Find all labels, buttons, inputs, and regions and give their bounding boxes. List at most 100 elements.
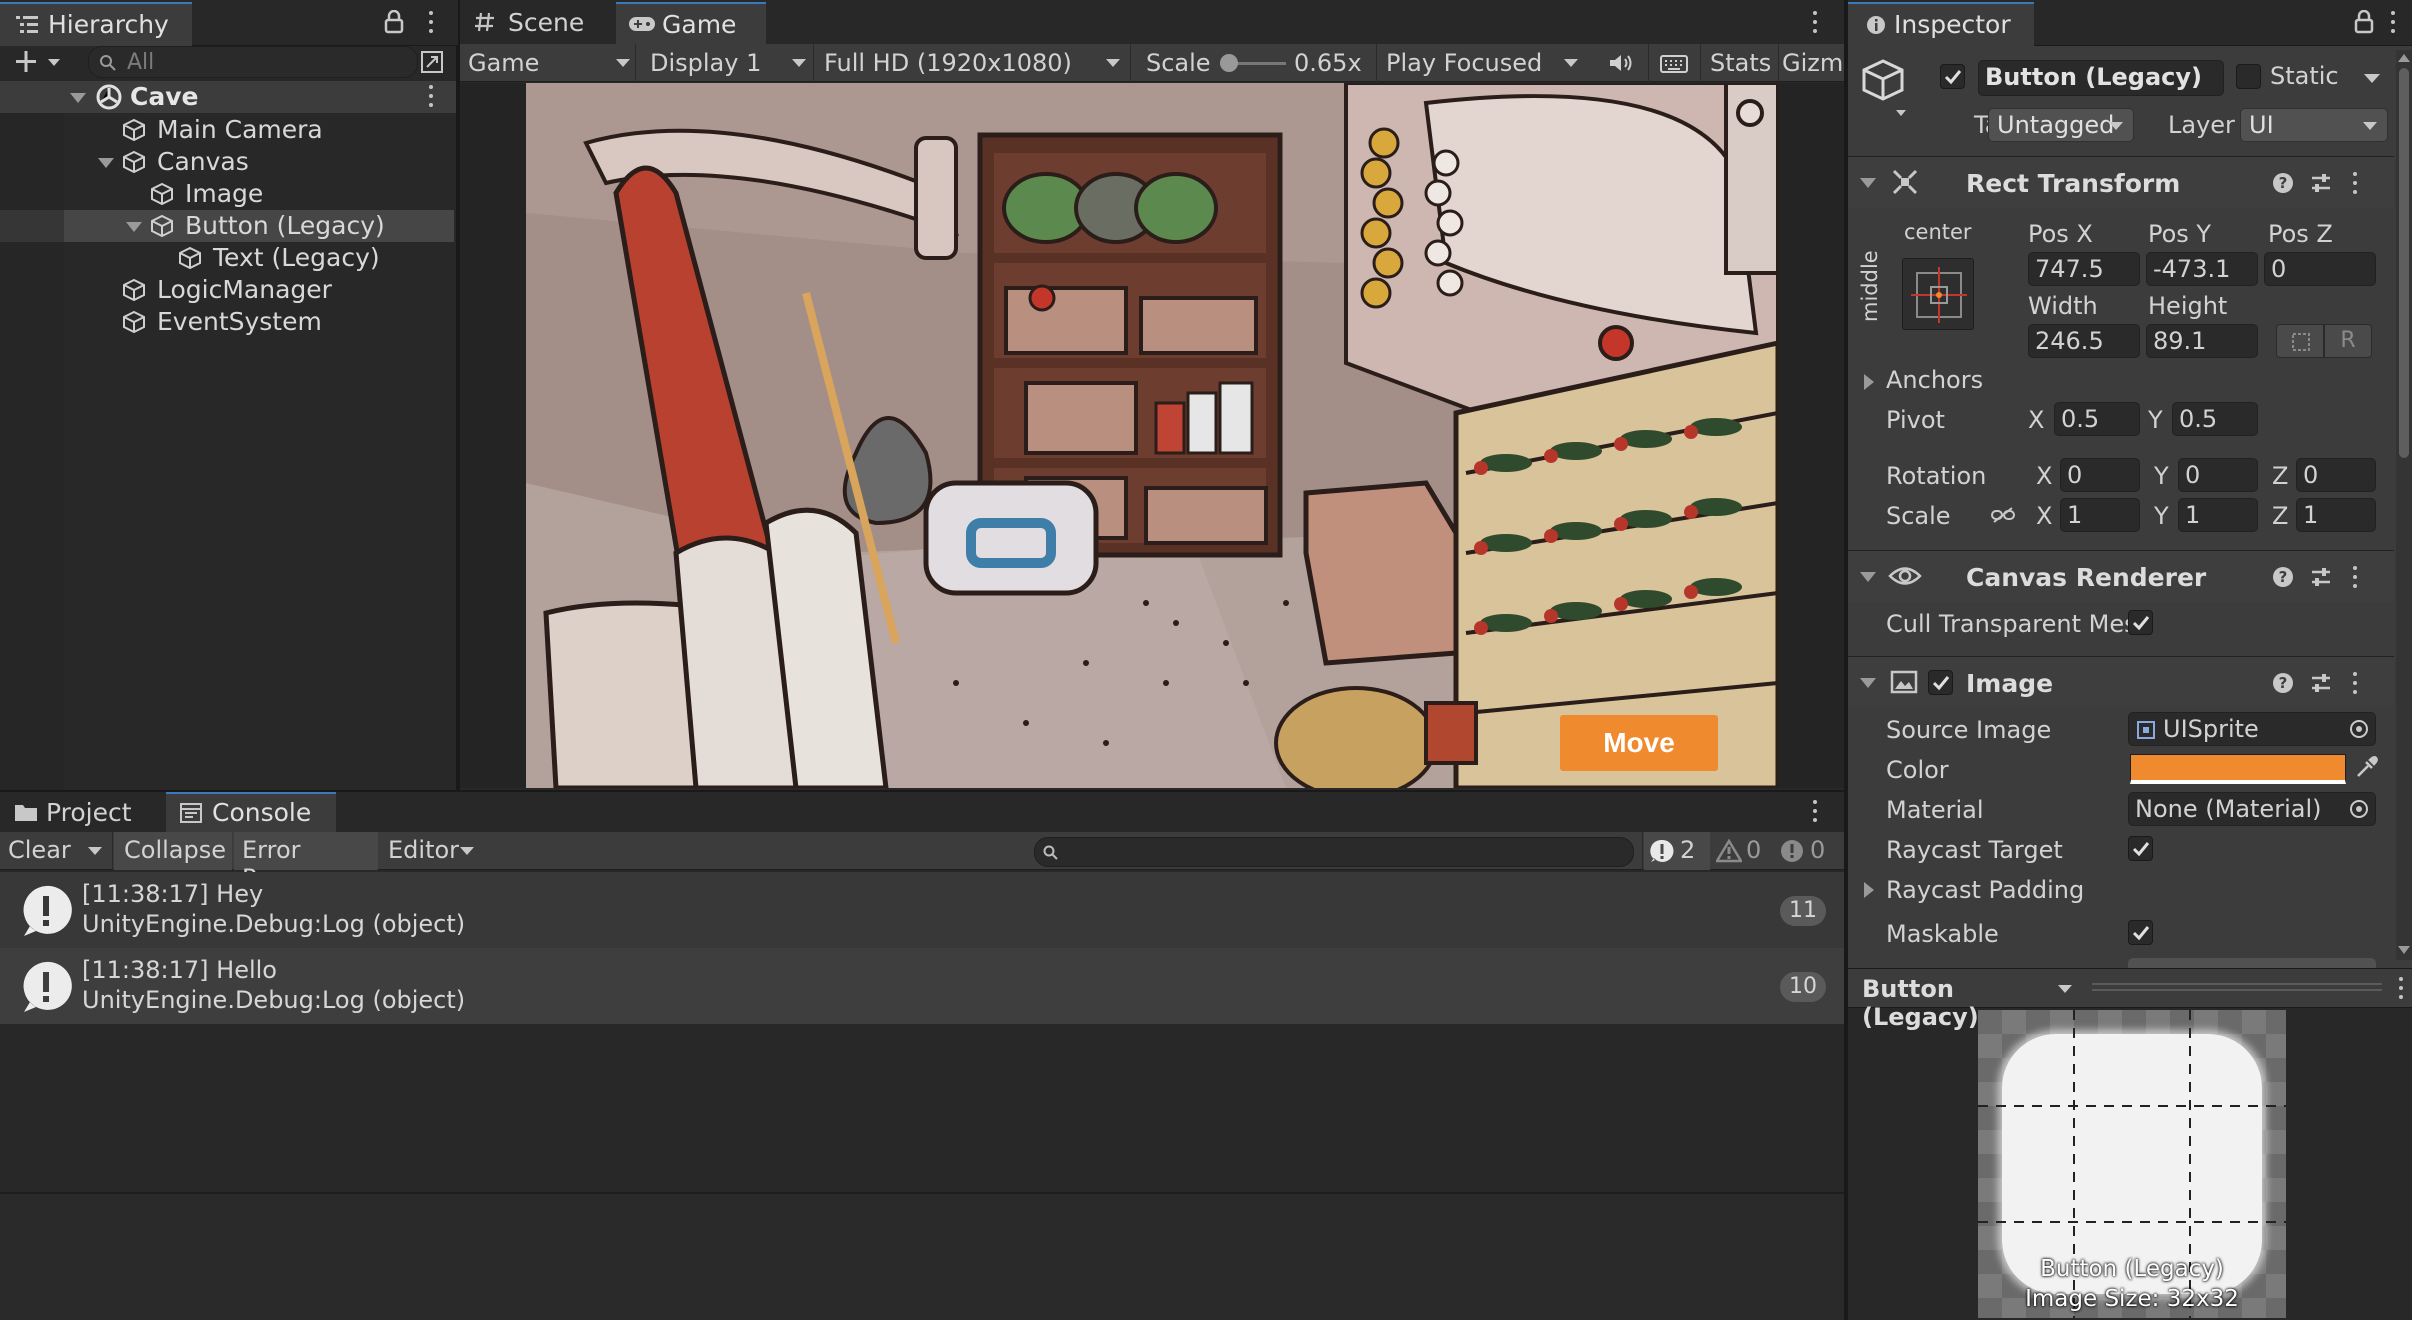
preview-resize-handle[interactable] (2092, 983, 2382, 991)
scrollbar-thumb[interactable] (2399, 68, 2409, 458)
image-component-header[interactable]: Image ? (1848, 656, 2394, 708)
pivot-y-field[interactable]: 0.5 (2172, 402, 2258, 436)
hierarchy-search-input[interactable]: All (88, 46, 418, 78)
keyboard-icon[interactable] (1660, 54, 1688, 74)
scene-row[interactable]: Cave (0, 81, 456, 113)
object-name-field[interactable]: Button (Legacy) (1978, 60, 2224, 96)
console-search-input[interactable] (1034, 837, 1634, 867)
object-picker-icon[interactable] (2349, 719, 2369, 739)
presets-icon[interactable] (2310, 566, 2332, 588)
image-type-field-partial[interactable] (2128, 958, 2376, 968)
scene-expand-icon[interactable] (70, 93, 86, 103)
width-field[interactable]: 246.5 (2028, 324, 2140, 358)
image-enabled-checkbox[interactable] (1928, 670, 1953, 695)
inspector-menu-icon[interactable] (2390, 11, 2396, 35)
lock-icon[interactable] (384, 10, 404, 34)
console-tab[interactable]: Console (166, 792, 336, 832)
scale-y-field[interactable]: 1 (2178, 498, 2258, 532)
raw-edit-button[interactable]: R (2324, 324, 2372, 358)
rotation-z-field[interactable]: 0 (2296, 458, 2376, 492)
play-mode-dropdown[interactable]: Play Focused (1378, 44, 1588, 82)
layer-dropdown[interactable]: UI (2240, 108, 2388, 142)
object-picker-icon[interactable] (2349, 799, 2369, 819)
clear-options-arrow[interactable] (88, 847, 102, 855)
canvas-expand-icon[interactable] (98, 158, 114, 168)
help-icon[interactable]: ? (2272, 672, 2294, 694)
raycast-padding-label[interactable]: Raycast Padding (1886, 876, 2084, 904)
collapse-icon[interactable] (1860, 678, 1876, 688)
component-menu-icon[interactable] (2352, 172, 2358, 196)
hierarchy-item-eventsystem[interactable]: EventSystem (0, 306, 454, 338)
help-icon[interactable]: ? (2272, 172, 2294, 194)
project-tab[interactable]: Project (0, 792, 164, 832)
source-image-field[interactable]: UISprite (2128, 712, 2376, 746)
display-dropdown[interactable]: Display 1 (636, 44, 814, 82)
rect-transform-header[interactable]: Rect Transform ? (1848, 156, 2394, 208)
static-dropdown-arrow[interactable] (2364, 74, 2380, 83)
log-entry[interactable]: [11:38:17] Hello UnityEngine.Debug:Log (… (0, 948, 1844, 1024)
pos-x-field[interactable]: 747.5 (2028, 252, 2140, 286)
hierarchy-item-button-legacy[interactable]: Button (Legacy) (0, 210, 454, 242)
anchor-presets-button[interactable] (1902, 258, 1974, 330)
rotation-y-field[interactable]: 0 (2178, 458, 2258, 492)
component-menu-icon[interactable] (2352, 672, 2358, 696)
scene-menu-icon[interactable] (428, 85, 434, 109)
pivot-x-field[interactable]: 0.5 (2054, 402, 2140, 436)
scroll-down-arrow[interactable] (2398, 946, 2410, 954)
scroll-up-arrow[interactable] (2398, 54, 2410, 62)
clear-button[interactable]: Clear (8, 836, 71, 864)
anchors-label[interactable]: Anchors (1886, 366, 1983, 394)
presets-icon[interactable] (2310, 172, 2332, 194)
preview-title-dropdown[interactable]: Button (Legacy) (1862, 973, 2072, 1031)
inspector-tab[interactable]: Inspector (1848, 2, 2034, 46)
hierarchy-item-text-legacy[interactable]: Text (Legacy) (0, 242, 454, 274)
inspector-scrollbar[interactable] (2396, 50, 2412, 960)
static-checkbox[interactable] (2236, 64, 2261, 89)
cull-transparent-checkbox[interactable] (2128, 610, 2153, 635)
presets-icon[interactable] (2310, 672, 2332, 694)
warning-filter-toggle[interactable]: 0 (1712, 832, 1772, 870)
pos-z-field[interactable]: 0 (2264, 252, 2376, 286)
gizmos-button[interactable]: Gizm (1782, 49, 1843, 77)
raycast-padding-expand-icon[interactable] (1864, 882, 1874, 898)
hierarchy-item-canvas[interactable]: Canvas (0, 146, 454, 178)
error-pause-button[interactable]: Error Pause (234, 832, 378, 892)
canvas-renderer-header[interactable]: Canvas Renderer ? (1848, 550, 2394, 602)
view-tab-game[interactable]: Game (616, 2, 766, 46)
hierarchy-item-main-camera[interactable]: Main Camera (0, 114, 454, 146)
collapse-icon[interactable] (1860, 572, 1876, 582)
hierarchy-item-image[interactable]: Image (0, 178, 454, 210)
view-tab-scene[interactable]: Scene (460, 0, 614, 46)
scale-slider[interactable] (1220, 54, 1286, 72)
view-menu-icon[interactable] (1812, 11, 1818, 35)
object-active-checkbox[interactable] (1940, 64, 1965, 89)
preview-menu-icon[interactable] (2398, 977, 2404, 1001)
raycast-target-checkbox[interactable] (2128, 836, 2153, 861)
pos-y-field[interactable]: -473.1 (2146, 252, 2258, 286)
console-menu-icon[interactable] (1812, 800, 1818, 824)
tag-dropdown[interactable]: Untagged (1988, 108, 2134, 142)
collapse-icon[interactable] (1860, 178, 1876, 188)
rotation-x-field[interactable]: 0 (2060, 458, 2140, 492)
game-move-button[interactable]: Move (1560, 715, 1718, 771)
editor-dropdown[interactable]: Editor (380, 832, 480, 870)
blueprint-mode-button[interactable] (2276, 324, 2324, 358)
scale-slider-handle[interactable] (1220, 54, 1238, 72)
view-type-dropdown[interactable]: Game (460, 44, 636, 82)
stats-button[interactable]: Stats (1710, 49, 1771, 77)
log-entry[interactable]: [11:38:17] Hey UnityEngine.Debug:Log (ob… (0, 872, 1844, 948)
scale-x-field[interactable]: 1 (2060, 498, 2140, 532)
scale-z-field[interactable]: 1 (2296, 498, 2376, 532)
eyedropper-icon[interactable] (2354, 756, 2378, 780)
hierarchy-tab[interactable]: Hierarchy (0, 2, 192, 46)
help-icon[interactable]: ? (2272, 566, 2294, 588)
color-swatch[interactable] (2130, 754, 2346, 784)
hierarchy-add-button[interactable] (12, 48, 62, 76)
material-field[interactable]: None (Material) (2128, 792, 2376, 826)
height-field[interactable]: 89.1 (2146, 324, 2258, 358)
log-filter-toggle[interactable]: 2 (1644, 832, 1710, 870)
search-scope-icon[interactable] (420, 50, 444, 74)
lock-icon[interactable] (2354, 10, 2374, 34)
component-menu-icon[interactable] (2352, 566, 2358, 590)
error-filter-toggle[interactable]: 0 (1774, 832, 1838, 870)
